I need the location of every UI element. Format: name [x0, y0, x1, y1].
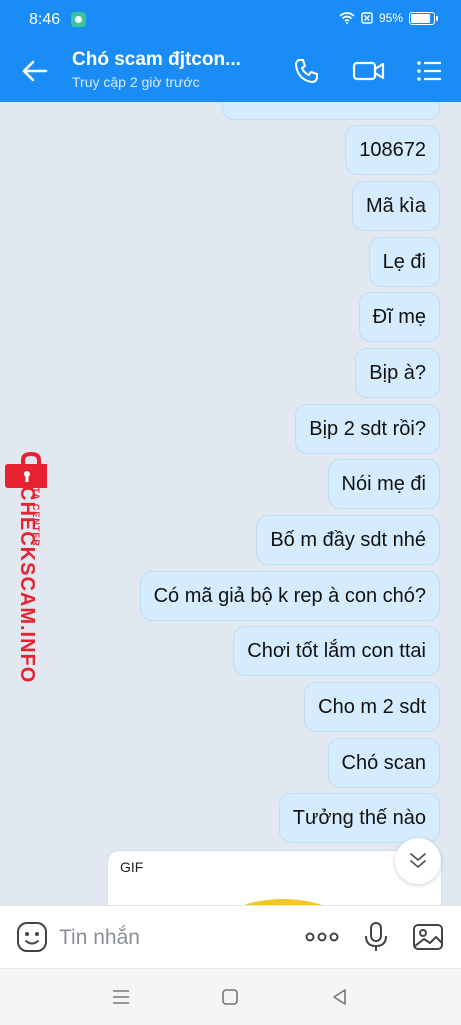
message-bubble[interactable]: Lẹ đi — [368, 237, 440, 287]
chat-header: Chó scam đjtcon... Truy cập 2 giờ trước — [0, 40, 461, 102]
gif-label: GIF — [120, 859, 144, 875]
more-dots-icon[interactable] — [304, 921, 340, 953]
message-bubble[interactable]: Mã kìa — [351, 181, 440, 231]
wifi-icon — [339, 12, 355, 24]
message-bubble[interactable]: Chơi tốt lắm con ttai — [233, 626, 440, 676]
nav-back-icon[interactable] — [329, 986, 351, 1008]
status-bar: 8:46 95% — [0, 0, 461, 40]
image-icon[interactable] — [412, 921, 444, 953]
chat-messages[interactable]: 108672 Mã kìa Lẹ đi Đĩ mẹ Bịp à? Bịp 2 s… — [0, 102, 461, 905]
message-bubble[interactable]: Có mã giả bộ k rep à con chó? — [139, 571, 440, 621]
message-bubble[interactable]: Chó scan — [327, 738, 440, 788]
watermark-brand: CHECKSCAM.INFO — [16, 486, 38, 684]
message-bubble[interactable]: 108672 — [345, 125, 440, 175]
notification-app-icon — [71, 12, 86, 27]
message-bubble[interactable]: Nói mẹ đi — [327, 459, 440, 509]
phone-icon[interactable] — [292, 57, 322, 85]
message-bubble[interactable]: Bố m đầy sdt nhé — [256, 515, 440, 565]
no-sim-icon — [361, 12, 373, 24]
last-seen-text: Truy cập 2 giờ trước — [72, 74, 200, 90]
checkscam-watermark: DATA CENTER CHECKSCAM.INFO — [0, 452, 50, 684]
message-input-bar: Tin nhắn — [0, 905, 461, 969]
video-call-icon[interactable] — [352, 57, 386, 85]
message-input[interactable]: Tin nhắn — [59, 926, 140, 950]
gif-message[interactable]: GIF — [107, 850, 442, 905]
microphone-icon[interactable] — [360, 921, 392, 953]
message-bubble-partial[interactable] — [222, 102, 440, 120]
menu-list-icon[interactable] — [414, 57, 444, 85]
status-time: 8:46 — [29, 11, 61, 28]
message-bubble[interactable]: Đĩ mẹ — [358, 292, 440, 342]
battery-icon — [409, 11, 438, 25]
message-bubble[interactable]: Cho m 2 sdt — [304, 682, 440, 732]
system-nav-bar — [0, 968, 461, 1025]
battery-percent: 95% — [378, 11, 403, 25]
message-bubble[interactable]: Tưởng thế nào — [278, 793, 440, 843]
scroll-to-bottom-button[interactable] — [395, 838, 441, 884]
back-arrow-icon[interactable] — [20, 57, 50, 85]
double-chevron-down-icon — [410, 853, 426, 868]
recent-apps-icon[interactable] — [110, 986, 132, 1008]
home-icon[interactable] — [219, 986, 241, 1008]
sticker-icon[interactable] — [16, 921, 48, 953]
message-bubble[interactable]: Bịp 2 sdt rồi? — [295, 404, 440, 454]
chat-title[interactable]: Chó scam đjtcon... — [72, 49, 241, 71]
status-right-group: 95% — [339, 11, 438, 25]
message-bubble[interactable]: Bịp à? — [355, 348, 440, 398]
